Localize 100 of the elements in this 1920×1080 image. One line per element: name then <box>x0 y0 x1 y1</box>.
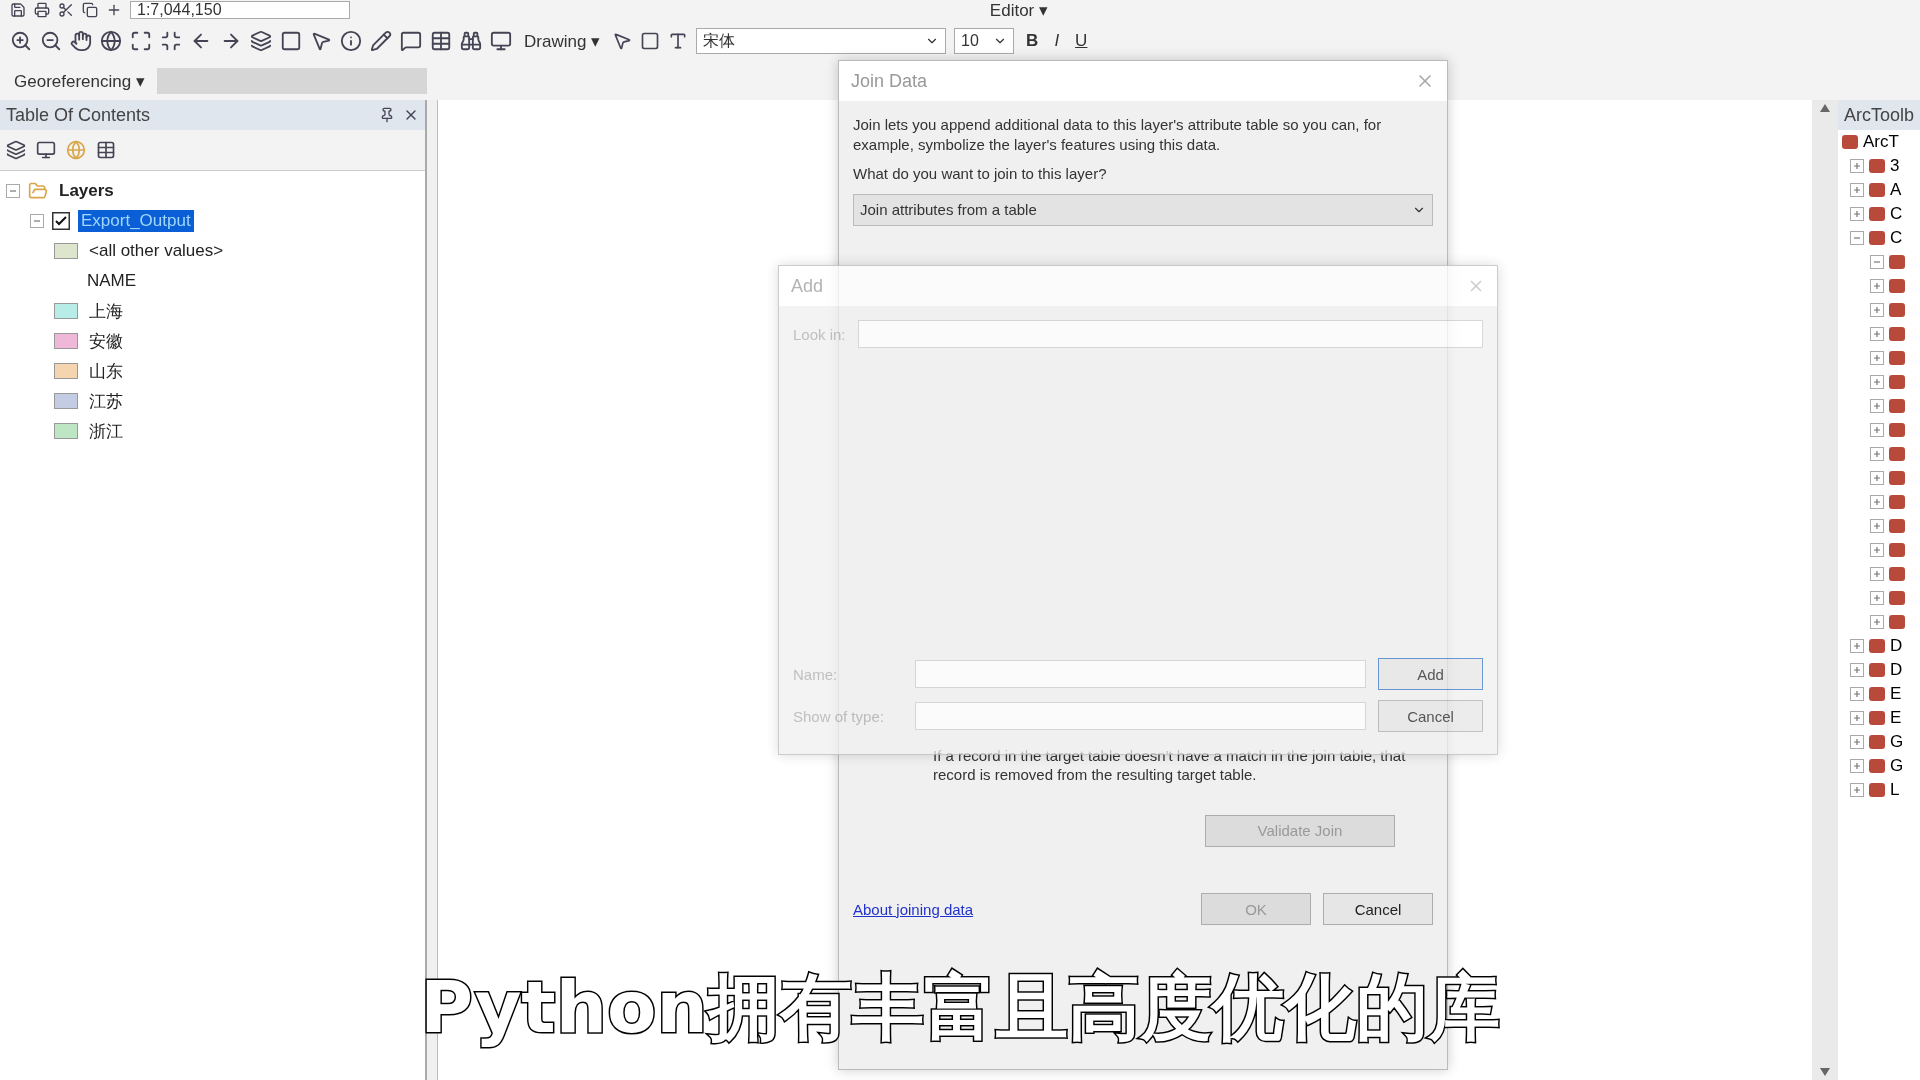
collapse-toggle[interactable] <box>30 214 44 228</box>
expand-toggle[interactable] <box>1870 615 1884 629</box>
expand-toggle[interactable] <box>1870 591 1884 605</box>
dialog-title: Join Data <box>851 70 928 92</box>
scrollbar[interactable] <box>1812 100 1838 1080</box>
type-field[interactable] <box>915 702 1366 730</box>
expand-toggle[interactable] <box>1850 663 1864 677</box>
full-extent-icon[interactable] <box>130 30 152 52</box>
toolbox-label[interactable]: D <box>1890 636 1903 656</box>
info-icon[interactable] <box>340 30 362 52</box>
join-type-dropdown[interactable]: Join attributes from a table <box>853 193 1433 226</box>
toolbox-label[interactable]: C <box>1890 204 1903 224</box>
layer-name[interactable]: Export_Output <box>78 210 194 232</box>
font-field[interactable]: 宋体 <box>696 28 947 54</box>
scroll-up-icon[interactable] <box>1820 104 1830 112</box>
toolbox-label[interactable]: 3 <box>1890 156 1900 176</box>
expand-toggle[interactable] <box>1870 303 1884 317</box>
toolbox-label[interactable]: G <box>1890 756 1904 776</box>
expand-toggle[interactable] <box>1870 351 1884 365</box>
toolbox-label[interactable]: E <box>1890 684 1902 704</box>
save-icon[interactable] <box>10 2 26 18</box>
expand-toggle[interactable] <box>1850 207 1864 221</box>
toolbox-label[interactable]: ArcT <box>1863 132 1899 152</box>
editor-menu[interactable]: Editor ▾ <box>985 0 1052 23</box>
layer-field[interactable] <box>156 68 427 94</box>
expand-toggle[interactable] <box>1870 495 1884 509</box>
toolbox-label[interactable]: E <box>1890 708 1902 728</box>
toolbox-label[interactable]: A <box>1890 180 1902 200</box>
layer-name[interactable]: Layers <box>56 180 117 202</box>
expand-toggle[interactable] <box>1850 687 1864 701</box>
expand-toggle[interactable] <box>1870 471 1884 485</box>
expand-toggle[interactable] <box>1870 519 1884 533</box>
expand-toggle[interactable] <box>1850 759 1864 773</box>
underline-button[interactable]: U <box>1071 29 1092 53</box>
printer-icon[interactable] <box>34 2 50 18</box>
expand-toggle[interactable] <box>1870 255 1884 269</box>
italic-button[interactable]: I <box>1050 29 1064 53</box>
copy-icon[interactable] <box>82 2 98 18</box>
table-icon[interactable] <box>430 30 452 52</box>
option-note: If a record in the target table doesn't have a match in the join table, that record is removed from the resulting target table. <box>932 745 1407 785</box>
dialog-button[interactable]: Add <box>1378 658 1483 690</box>
expand-toggle[interactable] <box>1850 783 1864 797</box>
question-text: What do you want to join to this layer? <box>853 164 1108 184</box>
expand-toggle[interactable] <box>1850 183 1864 197</box>
hand-icon[interactable] <box>70 30 92 52</box>
scale-field[interactable]: 1:7,044,150 <box>130 1 350 19</box>
text-icon[interactable] <box>668 31 689 51</box>
rectangle-icon[interactable] <box>640 31 661 51</box>
toolset-icon <box>1889 471 1905 485</box>
toolbox-label[interactable]: G <box>1890 732 1904 752</box>
zoom-out-icon[interactable] <box>40 30 62 52</box>
font-size-field[interactable]: 10 <box>954 28 1015 54</box>
monitor-icon[interactable] <box>490 30 512 52</box>
expand-toggle[interactable] <box>1870 423 1884 437</box>
legend-class-label: 山东 <box>88 360 124 383</box>
look-in-field[interactable] <box>857 320 1483 348</box>
speech-bubble-icon[interactable] <box>400 30 422 52</box>
toolbox-label[interactable]: L <box>1890 780 1900 800</box>
expand-toggle[interactable] <box>1870 279 1884 293</box>
legend-class-label: 浙江 <box>88 420 124 443</box>
pin-icon[interactable] <box>379 107 395 123</box>
pencil-icon[interactable] <box>370 30 392 52</box>
expand-toggle[interactable] <box>1870 327 1884 341</box>
expand-toggle[interactable] <box>1850 231 1864 245</box>
add-icon[interactable] <box>106 2 122 18</box>
expand-toggle[interactable] <box>1850 711 1864 725</box>
help-link[interactable]: About joining data <box>853 900 974 918</box>
expand-toggle[interactable] <box>1870 447 1884 461</box>
layer-checkbox[interactable] <box>52 212 70 230</box>
expand-toggle[interactable] <box>1850 639 1864 653</box>
toolbox-label[interactable]: D <box>1890 660 1903 680</box>
binoculars-icon[interactable] <box>460 30 482 52</box>
drawing-menu[interactable]: Drawing ▾ <box>520 28 605 54</box>
georeferencing-menu[interactable]: Georeferencing ▾ <box>10 68 149 94</box>
name-field[interactable] <box>915 660 1366 688</box>
expand-toggle[interactable] <box>1850 735 1864 749</box>
expand-toggle[interactable] <box>1870 567 1884 581</box>
scissors-icon[interactable] <box>58 2 74 18</box>
toolbox-icon <box>1869 183 1885 197</box>
toolbox-label[interactable]: C <box>1890 228 1903 248</box>
scroll-down-icon[interactable] <box>1820 1068 1830 1076</box>
globe-icon[interactable] <box>100 30 122 52</box>
toolset-icon <box>1889 591 1905 605</box>
dialog-title: Add <box>791 275 824 297</box>
square-icon[interactable] <box>280 30 302 52</box>
bold-button[interactable]: B <box>1022 29 1043 53</box>
collapse-toggle[interactable] <box>6 184 20 198</box>
toolbox-icon <box>1842 135 1858 149</box>
pointer-icon[interactable] <box>612 31 633 51</box>
dialog-button[interactable]: Cancel <box>1323 893 1433 925</box>
expand-toggle[interactable] <box>1850 159 1864 173</box>
expand-toggle[interactable] <box>1870 399 1884 413</box>
layers-icon[interactable] <box>250 30 272 52</box>
legend-field-label: NAME <box>86 270 138 292</box>
dialog-button[interactable]: Cancel <box>1378 700 1483 732</box>
pointer-icon[interactable] <box>310 30 332 52</box>
expand-toggle[interactable] <box>1870 543 1884 557</box>
expand-toggle[interactable] <box>1870 375 1884 389</box>
zoom-in-icon[interactable] <box>10 30 32 52</box>
toolbox-icon <box>1869 207 1885 221</box>
